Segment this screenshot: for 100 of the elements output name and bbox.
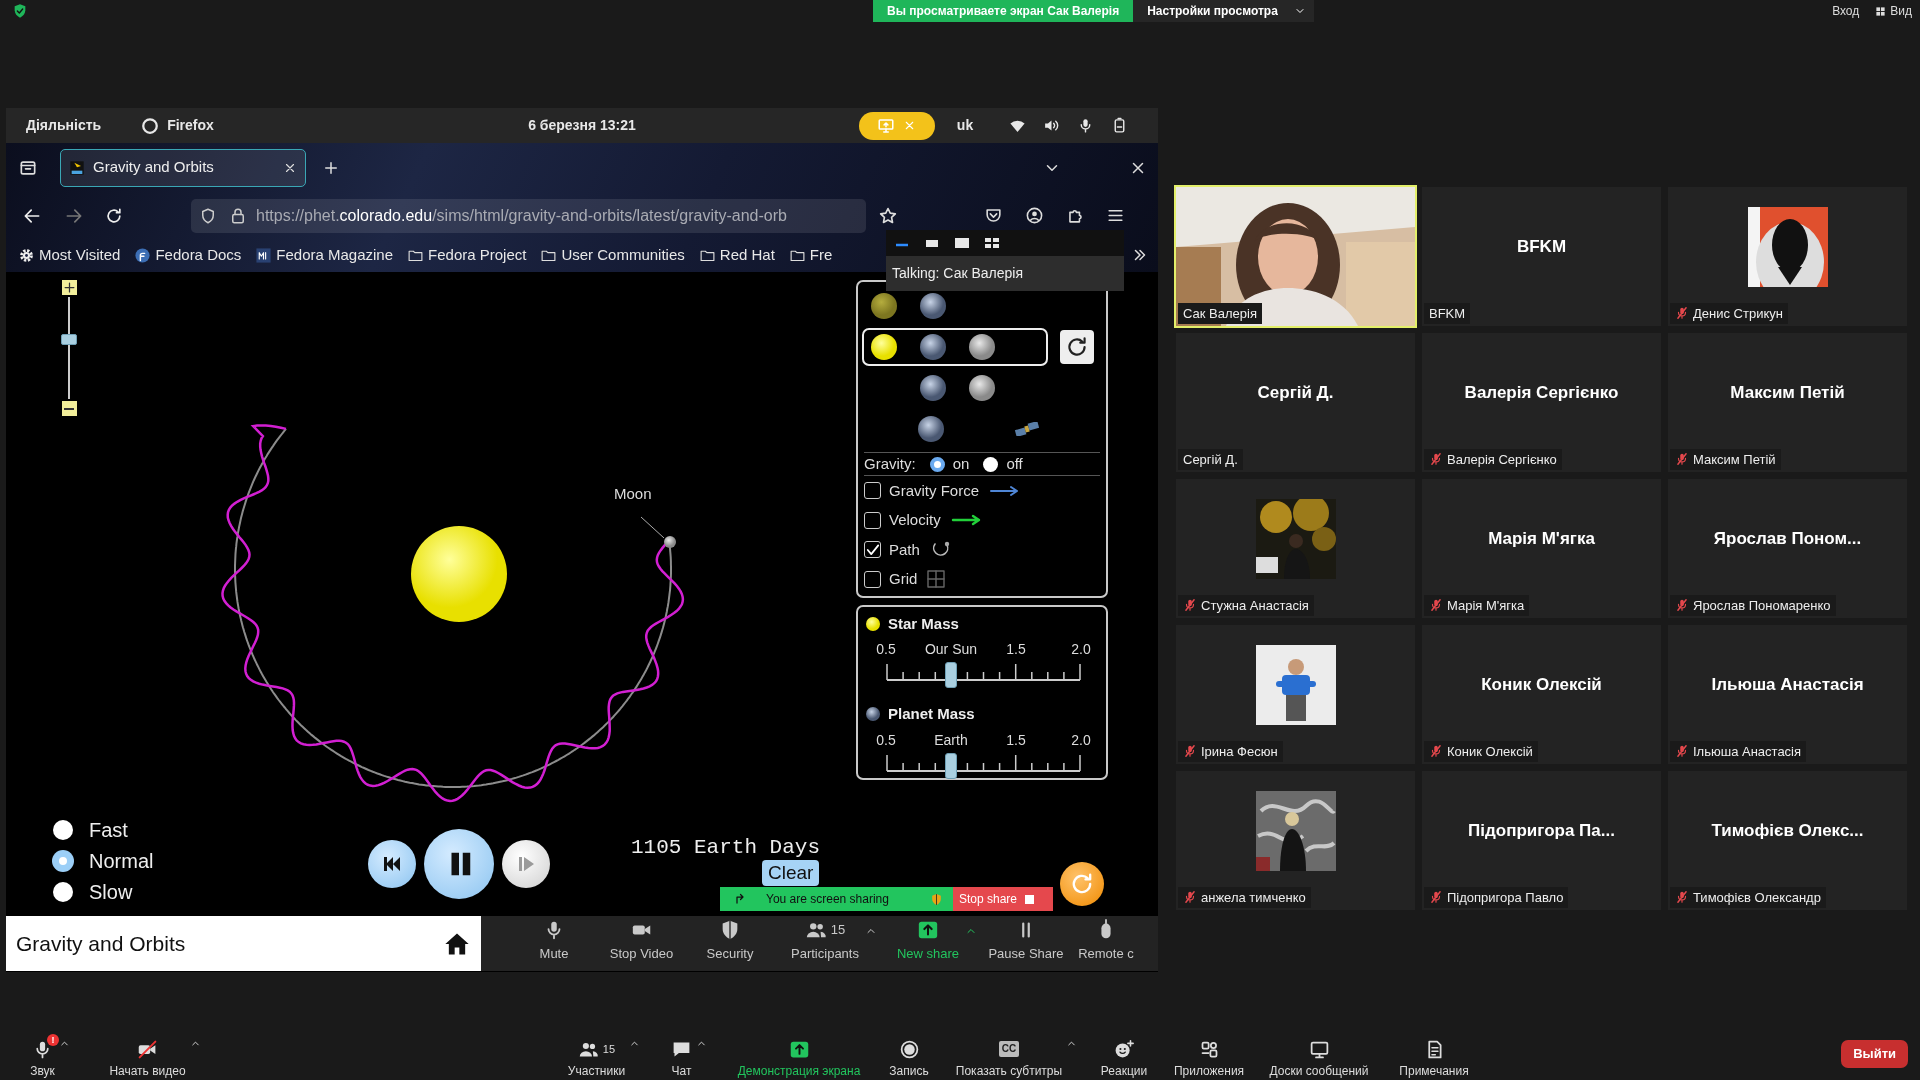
- bookmark[interactable]: Most Visited: [18, 244, 121, 267]
- participant-tile[interactable]: Максим Петій Максим Петій: [1668, 333, 1907, 472]
- viewing-banner: Вы просматриваете экран Сак Валерія: [873, 0, 1134, 22]
- option-checkbox[interactable]: Grid: [864, 568, 918, 591]
- tick-label: 0.5: [876, 641, 896, 657]
- activities-button[interactable]: Діяльність: [26, 115, 102, 136]
- slider-title: Star Mass: [888, 613, 959, 634]
- bookmark[interactable]: User Communities: [540, 244, 685, 267]
- name-tag: Ірина Фесюн: [1178, 740, 1283, 762]
- browser-tab[interactable]: Gravity and Orbits: [60, 148, 306, 187]
- participant-tile[interactable]: Підопригора Па... Підопригора Павло: [1422, 771, 1661, 910]
- participant-tile[interactable]: Тимофієв Олекс... Тимофієв Олександр: [1668, 771, 1907, 910]
- view-button[interactable]: Вид: [1875, 2, 1912, 20]
- sim-title: Gravity and Orbits: [16, 930, 187, 957]
- tick-label: 2.0: [1071, 641, 1091, 657]
- toolbar-button[interactable]: Чат: [671, 1038, 692, 1080]
- toolbar-button[interactable]: CC Показать субтитры: [955, 1038, 1063, 1080]
- toolbar-button[interactable]: 15 Участники: [567, 1038, 626, 1080]
- clock-text[interactable]: 6 березня 13:21: [528, 115, 636, 136]
- name-tag: Стужна Анастасія: [1178, 594, 1314, 616]
- toolbar-button[interactable]: Приложения: [1173, 1038, 1245, 1080]
- bookmark[interactable]: Fedora Docs: [134, 244, 242, 267]
- bookmark[interactable]: Fedora Magazine: [255, 244, 394, 267]
- name-tag: Марія М'ягка: [1424, 594, 1530, 616]
- clear-button[interactable]: Clear: [762, 860, 820, 886]
- name-tag: Денис Стрикун: [1670, 302, 1788, 324]
- toolbar-button[interactable]: Stop Video: [609, 918, 674, 964]
- sign-in-link[interactable]: Вход: [1832, 2, 1860, 20]
- name-tag: Тимофієв Олександр: [1670, 886, 1826, 908]
- name-tag: Валерія Сергієнко: [1424, 448, 1562, 470]
- toolbar-button[interactable]: Начать видео: [109, 1038, 186, 1080]
- toolbar-button[interactable]: Pause Share: [988, 918, 1064, 964]
- gravity-radio[interactable]: off: [983, 452, 1023, 476]
- participant-count: 15: [830, 921, 846, 939]
- toolbar-button[interactable]: Security: [706, 918, 754, 964]
- bookmark[interactable]: Fedora Project: [407, 244, 527, 267]
- option-checkbox[interactable]: Gravity Force: [864, 479, 979, 502]
- participant-tile[interactable]: Ярослав Поном... Ярослав Пономаренко: [1668, 479, 1907, 618]
- participant-display-name: Валерія Сергієнко: [1464, 381, 1619, 404]
- name-tag: анжела тимченко: [1178, 886, 1311, 908]
- cc-icon: CC: [998, 1041, 1020, 1057]
- name-tag: Сергій Д.: [1178, 448, 1243, 470]
- participant-display-name: Коник Олексій: [1481, 673, 1602, 696]
- option-checkbox[interactable]: Velocity: [864, 509, 941, 532]
- toolbar-button[interactable]: Примечания: [1399, 1038, 1469, 1080]
- url-text: /sims/html/gravity-and-orbits/latest/gravity-and-orb: [432, 206, 787, 224]
- url-text: https://phet.: [256, 206, 340, 224]
- app-name[interactable]: Firefox: [167, 115, 214, 136]
- participant-tile[interactable]: Валерія Сергієнко Валерія Сергієнко: [1422, 333, 1661, 472]
- language-indicator[interactable]: uk: [956, 115, 974, 136]
- participant-count: 15: [602, 1041, 616, 1057]
- elapsed-time: 1105 Earth Days: [631, 835, 821, 861]
- bookmark[interactable]: Fre: [788, 244, 833, 267]
- participant-tile[interactable]: BFKM BFKM: [1422, 187, 1661, 326]
- speed-radio[interactable]: Slow: [53, 882, 154, 902]
- participant-tile[interactable]: Денис Стрикун: [1668, 187, 1907, 326]
- tick-label: 2.0: [1071, 732, 1091, 748]
- leave-button[interactable]: Выйти: [1841, 1040, 1908, 1068]
- toolbar-button[interactable]: Mute: [539, 918, 569, 964]
- participant-tile[interactable]: Стужна Анастасія: [1176, 479, 1415, 618]
- gravity-label: Gravity:: [864, 453, 916, 474]
- name-tag: Коник Олексій: [1424, 740, 1538, 762]
- tick-label: 1.5: [1006, 732, 1026, 748]
- bookmark[interactable]: Red Hat: [698, 244, 775, 267]
- tick-label: Our Sun: [924, 641, 978, 657]
- sharing-status-bar: You are screen sharing: [720, 887, 953, 911]
- participant-display-name: BFKM: [1516, 235, 1567, 258]
- participant-tile[interactable]: Марія М'ягка Марія М'ягка: [1422, 479, 1661, 618]
- stop-share-button[interactable]: Stop share: [953, 887, 1053, 911]
- url-text: colorado.edu: [339, 206, 433, 224]
- toolbar-button[interactable]: Remote c: [1078, 918, 1134, 964]
- alert-badge: !: [47, 1034, 59, 1046]
- address-bar[interactable]: https://phet.colorado.edu/sims/html/gravity-and-orbits/latest/gravity-and-orb: [191, 198, 866, 233]
- participant-display-name: Марія М'ягка: [1488, 527, 1595, 550]
- option-checkbox[interactable]: Path: [864, 538, 920, 561]
- toolbar-button[interactable]: New share: [896, 918, 960, 964]
- name-tag: Максим Петій: [1670, 448, 1781, 470]
- talking-indicator: Talking: Сак Валерія: [892, 264, 1023, 283]
- participant-tile[interactable]: Ірина Фесюн: [1176, 625, 1415, 764]
- participant-tile[interactable]: Коник Олексій Коник Олексій: [1422, 625, 1661, 764]
- toolbar-button[interactable]: Доски сообщений: [1269, 1038, 1369, 1080]
- view-options-button[interactable]: Настройки просмотра: [1133, 0, 1314, 22]
- tick-label: Earth: [934, 732, 968, 748]
- toolbar-button[interactable]: Реакции: [1100, 1038, 1148, 1080]
- participant-tile[interactable]: Ільюша Анастасія Ільюша Анастасія: [1668, 625, 1907, 764]
- participant-tile[interactable]: Сак Валерія: [1176, 187, 1415, 326]
- toolbar-button[interactable]: 15 Participants: [791, 918, 859, 964]
- speed-radio[interactable]: Fast: [53, 820, 154, 840]
- participant-tile[interactable]: Сергій Д. Сергій Д.: [1176, 333, 1415, 472]
- name-tag: Підопригора Павло: [1424, 886, 1569, 908]
- slider-title: Planet Mass: [888, 703, 975, 724]
- toolbar-button[interactable]: Запись: [889, 1038, 929, 1080]
- gravity-radio[interactable]: on: [929, 452, 970, 476]
- name-tag: BFKM: [1424, 302, 1471, 324]
- toolbar-button[interactable]: Демонстрация экрана: [737, 1038, 861, 1080]
- tick-label: 0.5: [876, 732, 896, 748]
- participant-display-name: Ярослав Поном...: [1713, 527, 1862, 550]
- participant-tile[interactable]: анжела тимченко: [1176, 771, 1415, 910]
- speed-radio[interactable]: Normal: [53, 851, 154, 871]
- participant-display-name: Підопригора Па...: [1468, 819, 1615, 842]
